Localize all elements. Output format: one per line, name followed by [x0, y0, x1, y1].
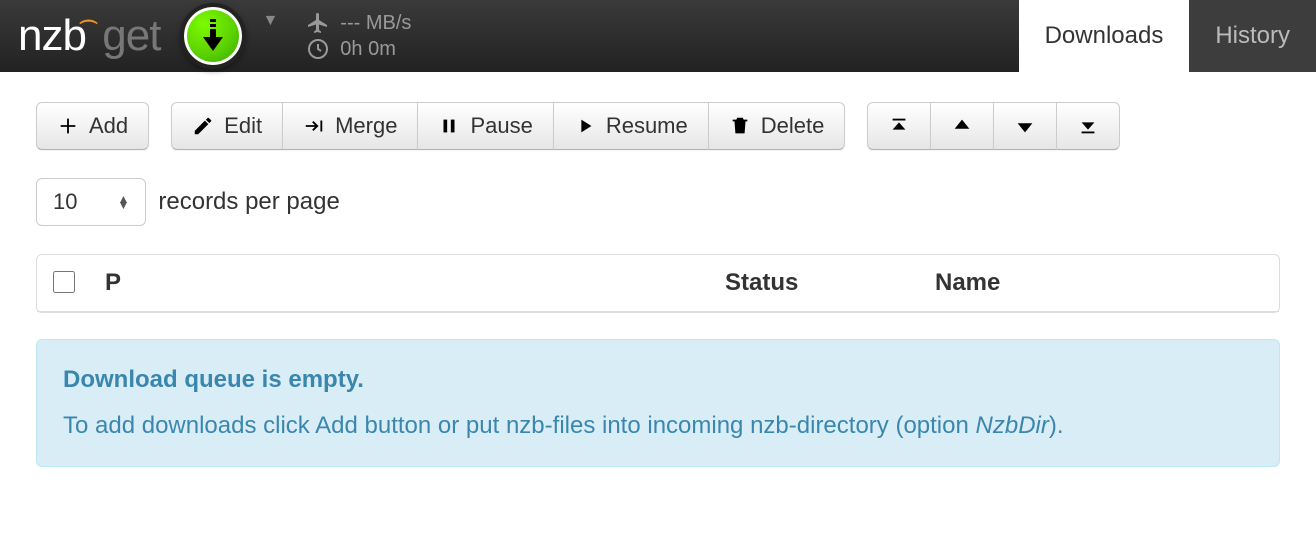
download-arrow-icon	[199, 19, 227, 53]
move-top-icon	[888, 115, 910, 137]
edit-icon	[192, 115, 214, 137]
move-group	[867, 102, 1120, 150]
delete-button[interactable]: Delete	[708, 102, 846, 150]
move-down-button[interactable]	[993, 102, 1056, 150]
time-line: 0h 0m	[306, 36, 411, 62]
merge-button[interactable]: Merge	[282, 102, 417, 150]
tab-downloads[interactable]: Downloads	[1019, 0, 1190, 72]
status-block: --- MB/s 0h 0m	[306, 10, 411, 62]
play-menu-caret[interactable]: ▼	[262, 12, 278, 30]
pause-icon	[438, 115, 460, 137]
signal-icon: ⏜	[80, 20, 96, 41]
col-name[interactable]: Name	[935, 269, 1263, 297]
resume-button[interactable]: Resume	[553, 102, 708, 150]
alert-body: To add downloads click Add button or put…	[63, 412, 1253, 440]
select-arrows-icon: ▲▼	[117, 196, 129, 208]
move-down-icon	[1014, 115, 1036, 137]
add-button[interactable]: Add	[36, 102, 149, 150]
trash-icon	[729, 115, 751, 137]
speed-value: --- MB/s	[340, 10, 411, 36]
top-navbar: nzb⏜ get ▼ --- MB/s 0h 0m Downloads Histo…	[0, 0, 1316, 72]
col-status[interactable]: Status	[725, 269, 935, 297]
edit-button[interactable]: Edit	[171, 102, 282, 150]
edit-group: Edit Merge Pause Resume Delete	[171, 102, 845, 150]
move-bottom-icon	[1077, 115, 1099, 137]
clock-icon	[306, 37, 330, 61]
nav-tabs: Downloads History	[1019, 0, 1316, 72]
move-up-button[interactable]	[930, 102, 993, 150]
alert-title: Download queue is empty.	[63, 366, 1253, 394]
plus-icon	[57, 115, 79, 137]
tab-history[interactable]: History	[1189, 0, 1316, 72]
records-label: records per page	[158, 188, 339, 216]
move-up-icon	[951, 115, 973, 137]
move-bottom-button[interactable]	[1056, 102, 1120, 150]
speed-line: --- MB/s	[306, 10, 411, 36]
brand-part2: get	[102, 11, 160, 61]
play-icon	[574, 115, 596, 137]
plane-icon	[306, 11, 330, 35]
records-select[interactable]: 10 ▲▼	[36, 178, 146, 226]
table-header: P Status Name	[37, 255, 1279, 312]
pause-button[interactable]: Pause	[417, 102, 552, 150]
toolbar: Add Edit Merge Pause Resume Delete	[36, 102, 1280, 150]
brand-part1: nzb	[18, 11, 86, 61]
records-pager: 10 ▲▼ records per page	[36, 178, 1280, 226]
merge-icon	[303, 115, 325, 137]
time-value: 0h 0m	[340, 36, 396, 62]
play-pause-button[interactable]	[180, 3, 246, 69]
brand-logo: nzb⏜ get	[18, 11, 160, 61]
main-content: Add Edit Merge Pause Resume Delete	[0, 72, 1316, 497]
col-priority[interactable]: P	[105, 269, 725, 297]
empty-queue-alert: Download queue is empty. To add download…	[36, 339, 1280, 467]
select-all-checkbox[interactable]	[53, 271, 75, 296]
move-top-button[interactable]	[867, 102, 930, 150]
downloads-table: P Status Name	[36, 254, 1280, 313]
